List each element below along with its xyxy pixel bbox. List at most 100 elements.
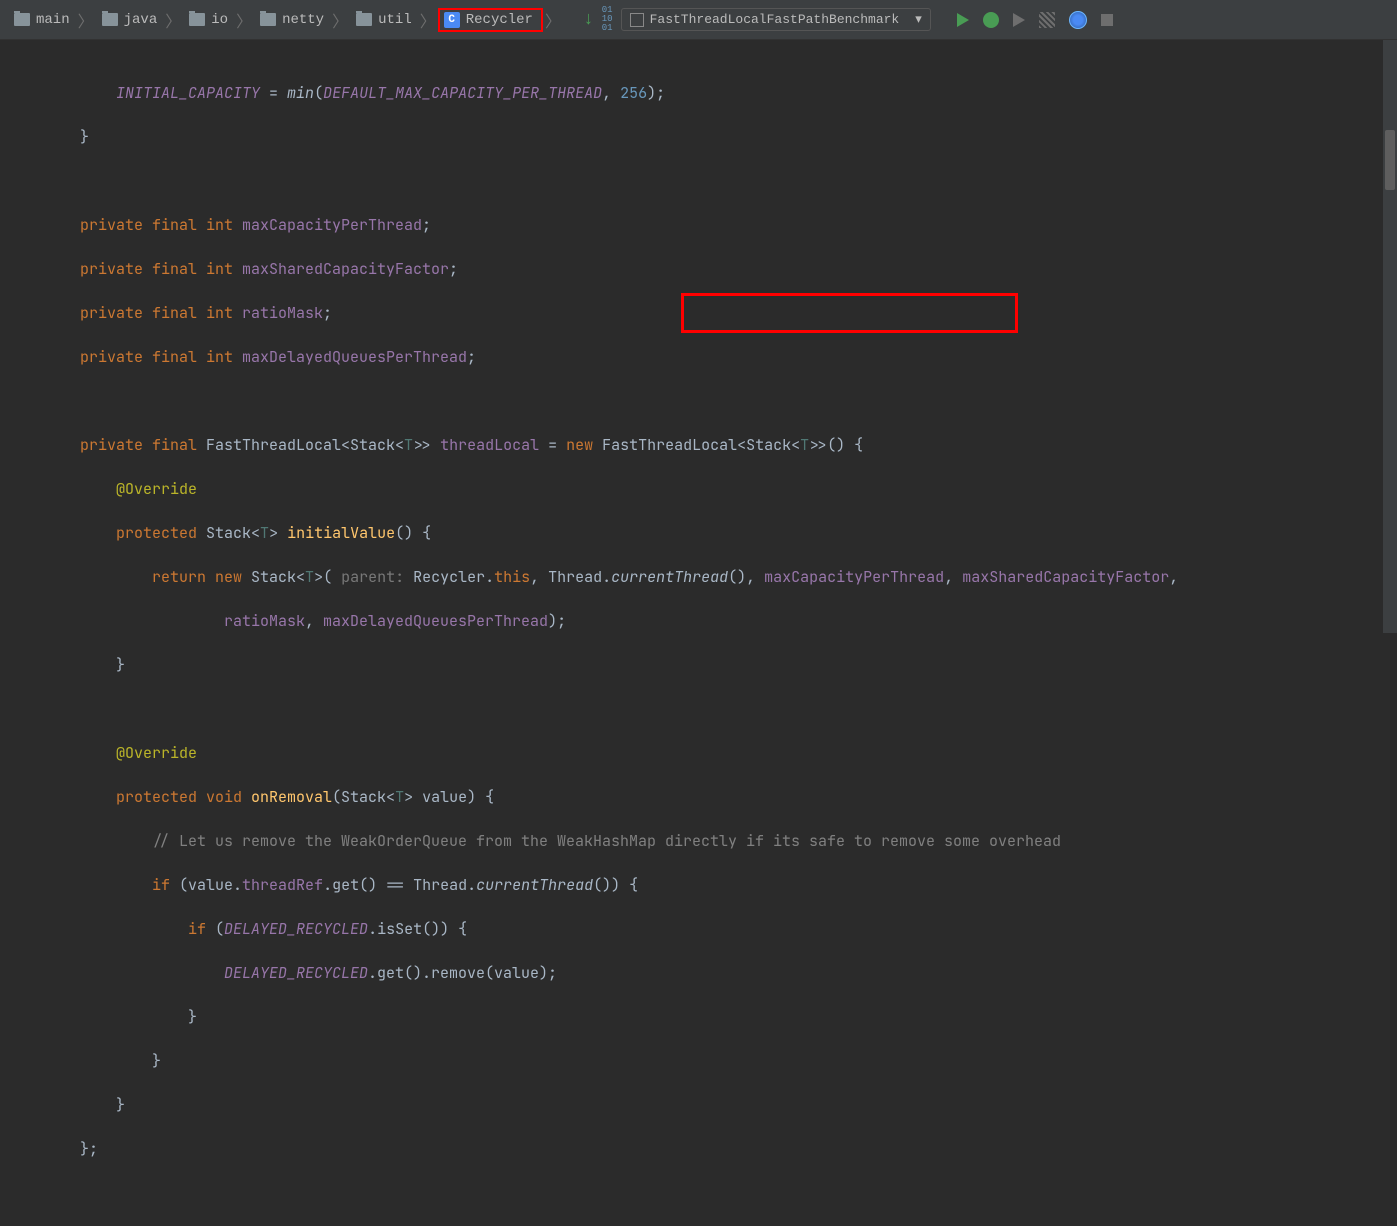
scrollbar[interactable]	[1383, 40, 1397, 633]
code-line	[14, 698, 1397, 720]
tok: @Override	[116, 743, 197, 763]
chevron-icon: 〉	[78, 8, 94, 32]
run-disabled-icon	[1013, 13, 1025, 27]
folder-icon	[14, 13, 30, 26]
build-arrow-icon[interactable]: ↓	[583, 10, 594, 30]
chevron-icon: 〉	[545, 8, 561, 32]
tok: >>() {	[809, 435, 863, 455]
breadcrumb-label: Recycler	[466, 12, 533, 28]
chevron-icon: 〉	[420, 8, 436, 32]
run-config-dropdown[interactable]: FastThreadLocalFastPathBenchmark ▾	[621, 8, 931, 31]
debug-icon[interactable]	[983, 12, 999, 28]
breadcrumb-io[interactable]: io	[183, 8, 234, 32]
tok: );	[548, 611, 566, 631]
chevron-icon: 〉	[165, 8, 181, 32]
code-line: private final FastThreadLocal<Stack<T>> …	[14, 434, 1397, 456]
tok: T	[395, 787, 404, 807]
tok: (	[314, 83, 323, 103]
tok: new	[566, 435, 593, 455]
tok: maxDelayedQueuesPerThread	[242, 347, 467, 367]
tok: min	[287, 83, 314, 103]
code-line	[14, 170, 1397, 192]
coverage-icon[interactable]	[1039, 12, 1055, 28]
code-line: private final int maxDelayedQueuesPerThr…	[14, 346, 1397, 368]
tok: T	[305, 567, 314, 587]
action-icons	[957, 11, 1113, 29]
code-line: ratioMask, maxDelayedQueuesPerThread);	[14, 610, 1397, 632]
tok: =	[260, 83, 287, 103]
code-line: if (DELAYED_RECYCLED.isSet()) {	[14, 918, 1397, 940]
tok: Stack<	[251, 567, 305, 587]
code-line: }	[14, 1050, 1397, 1072]
stop-icon	[1101, 14, 1113, 26]
tok: FastThreadLocal<Stack<	[593, 435, 800, 455]
tok: 256	[620, 83, 647, 103]
code-line: // Let us remove the WeakOrderQueue from…	[14, 830, 1397, 852]
code-line: if (value.threadRef.get() == Thread.curr…	[14, 874, 1397, 896]
tok: threadRef	[242, 875, 323, 895]
tok: .get().remove(value);	[368, 963, 557, 983]
tok: parent:	[341, 567, 413, 587]
tok: };	[80, 1139, 98, 1159]
tok: protected void	[116, 787, 251, 807]
code-line: INITIAL_CAPACITY = min(DEFAULT_MAX_CAPAC…	[14, 82, 1397, 104]
breadcrumb-recycler[interactable]: C Recycler	[438, 8, 543, 32]
tok: DEFAULT_MAX_CAPACITY_PER_THREAD	[323, 83, 602, 103]
tok: }	[116, 1095, 125, 1115]
tok: Stack<	[206, 523, 260, 543]
tok: =	[539, 435, 566, 455]
tok: ,	[305, 611, 323, 631]
tok: protected	[116, 523, 206, 543]
tok: ;	[449, 259, 458, 279]
run-icon[interactable]	[957, 13, 969, 27]
tok: @Override	[116, 479, 197, 499]
tok: private final int	[80, 215, 242, 235]
breadcrumb-util[interactable]: util	[350, 8, 418, 32]
tok: // Let us remove the WeakOrderQueue from…	[152, 831, 1061, 851]
breadcrumb-label: netty	[282, 12, 324, 28]
code-editor[interactable]: INITIAL_CAPACITY = min(DEFAULT_MAX_CAPAC…	[0, 40, 1397, 1226]
code-line: return new Stack<T>( parent: Recycler.th…	[14, 566, 1397, 588]
folder-icon	[102, 13, 118, 26]
scroll-thumb[interactable]	[1385, 130, 1395, 190]
toolbar-right: ↓ 01 10 01 FastThreadLocalFastPathBenchm…	[583, 6, 1113, 33]
tok: .get() == Thread.	[323, 875, 476, 895]
tok: ratioMask	[242, 303, 323, 323]
breadcrumb-netty[interactable]: netty	[254, 8, 330, 32]
tok: }	[188, 1007, 197, 1027]
tok: Recycler.	[413, 567, 494, 587]
tok: }	[80, 127, 89, 147]
tok: this	[494, 567, 530, 587]
tok: private final int	[80, 347, 242, 367]
code-line: };	[14, 1138, 1397, 1160]
chevron-down-icon: ▾	[915, 12, 922, 27]
tok: , Thread.	[530, 567, 611, 587]
code-line	[14, 390, 1397, 412]
breadcrumb-main[interactable]: main	[8, 8, 76, 32]
tok: maxSharedCapacityFactor	[962, 567, 1169, 587]
breadcrumb-java[interactable]: java	[96, 8, 164, 32]
tok: if	[188, 919, 215, 939]
folder-icon	[260, 13, 276, 26]
breadcrumb-label: util	[378, 12, 412, 28]
class-icon: C	[444, 12, 460, 28]
run-config-label: FastThreadLocalFastPathBenchmark	[650, 12, 900, 27]
folder-icon	[356, 13, 372, 26]
profiler-icon[interactable]	[1069, 11, 1087, 29]
tok: ratioMask	[224, 611, 305, 631]
tok: () {	[395, 523, 431, 543]
toolbar: main 〉 java 〉 io 〉 netty 〉 util 〉 C Recy…	[0, 0, 1397, 40]
tok: maxSharedCapacityFactor	[242, 259, 449, 279]
chevron-icon: 〉	[236, 8, 252, 32]
tok: return new	[152, 567, 251, 587]
tok: FastThreadLocal<Stack<	[206, 435, 404, 455]
breadcrumb-label: main	[36, 12, 70, 28]
tok: T	[260, 523, 269, 543]
tok: maxDelayedQueuesPerThread	[323, 611, 548, 631]
tok: (Stack<	[332, 787, 395, 807]
tok: );	[647, 83, 665, 103]
tok: ;	[467, 347, 476, 367]
tok: (value.	[179, 875, 242, 895]
code-line: DELAYED_RECYCLED.get().remove(value);	[14, 962, 1397, 984]
tok: }	[116, 655, 125, 675]
